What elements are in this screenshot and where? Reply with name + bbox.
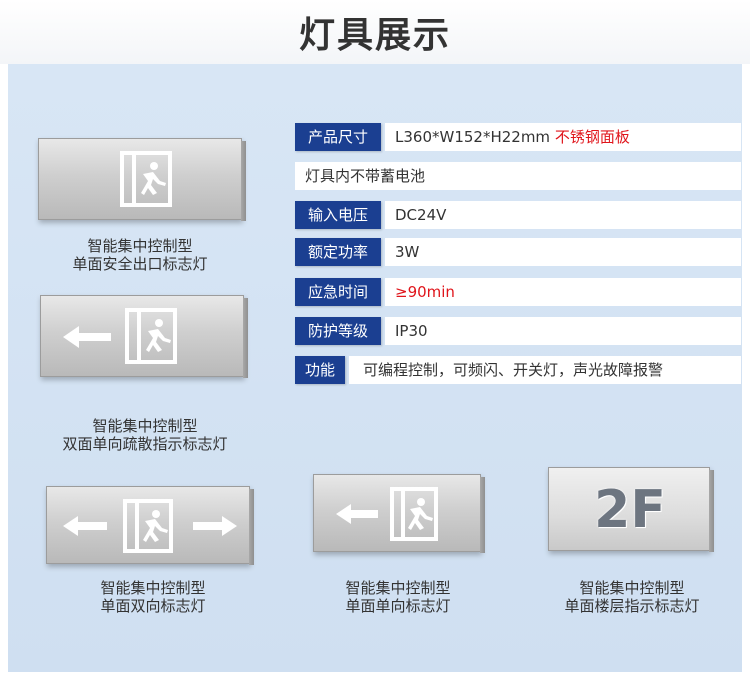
caption-line1: 智能集中控制型 — [345, 579, 451, 597]
product-caption: 智能集中控制型 双面单向疏散指示标志灯 — [30, 417, 260, 453]
spec-value: ≥90min — [385, 278, 741, 306]
spec-label: 额定功率 — [295, 238, 381, 266]
spec-value: 3W — [385, 238, 741, 266]
spec-row-protection: 防护等级 IP30 — [295, 317, 741, 345]
spec-label: 功能 — [295, 356, 345, 384]
product-caption: 智能集中控制型 单面楼层指示标志灯 — [534, 579, 730, 615]
spec-value: L360*W152*H22mm 不锈钢面板 — [385, 123, 741, 151]
size-value: L360*W152*H22mm — [395, 128, 551, 146]
spec-row-size: 产品尺寸 L360*W152*H22mm 不锈钢面板 — [295, 123, 741, 151]
spec-label: 防护等级 — [295, 317, 381, 345]
product-caption: 智能集中控制型 单面安全出口标志灯 — [30, 237, 250, 273]
caption-line1: 智能集中控制型 — [92, 417, 198, 435]
caption-line2: 单面楼层指示标志灯 — [564, 597, 700, 615]
left-arrow-exit-icon — [336, 487, 438, 541]
exit-door-icon — [120, 151, 172, 207]
product-caption: 智能集中控制型 单面双向标志灯 — [48, 579, 258, 615]
material-note: 不锈钢面板 — [554, 128, 630, 146]
single-direction-sign — [313, 474, 485, 553]
bidirectional-exit-icon — [63, 499, 237, 553]
exit-sign-single — [38, 138, 246, 221]
left-arrow-exit-icon — [63, 308, 177, 364]
spec-row-function: 功能 可编程控制，可频闪、开关灯，声光故障报警 — [295, 356, 741, 384]
caption-line1: 智能集中控制型 — [87, 237, 193, 255]
spec-value: 灯具内不带蓄电池 — [295, 162, 741, 190]
spec-row-power: 额定功率 3W — [295, 238, 741, 266]
caption-line2: 双面单向疏散指示标志灯 — [62, 435, 228, 453]
spec-label: 输入电压 — [295, 201, 381, 229]
caption-line2: 单面单向标志灯 — [345, 597, 451, 615]
spec-row-emergency-time: 应急时间 ≥90min — [295, 278, 741, 306]
evacuation-sign-left — [40, 295, 248, 378]
caption-line1: 智能集中控制型 — [100, 579, 206, 597]
bidirectional-sign — [46, 486, 254, 565]
product-display-page: 灯具展示 智能集中控制型 单面安全出口标志灯 智能集中控制型 双面单向疏散指示标… — [0, 0, 750, 679]
spec-label: 应急时间 — [295, 278, 381, 306]
caption-line2: 单面安全出口标志灯 — [72, 255, 208, 273]
spec-row-battery: 灯具内不带蓄电池 — [295, 162, 741, 190]
page-title: 灯具展示 — [298, 15, 451, 56]
caption-line2: 单面双向标志灯 — [100, 597, 206, 615]
caption-line1: 智能集中控制型 — [579, 579, 685, 597]
spec-value: DC24V — [385, 201, 741, 229]
header: 灯具展示 — [0, 0, 750, 64]
spec-value: 可编程控制，可频闪、开关灯，声光故障报警 — [349, 356, 741, 384]
product-caption: 智能集中控制型 单面单向标志灯 — [298, 579, 498, 615]
spec-label: 产品尺寸 — [295, 123, 381, 151]
floor-number: 2F — [594, 480, 666, 540]
floor-indicator-sign: 2F — [548, 467, 714, 552]
spec-value: IP30 — [385, 317, 741, 345]
spec-row-voltage: 输入电压 DC24V — [295, 201, 741, 229]
